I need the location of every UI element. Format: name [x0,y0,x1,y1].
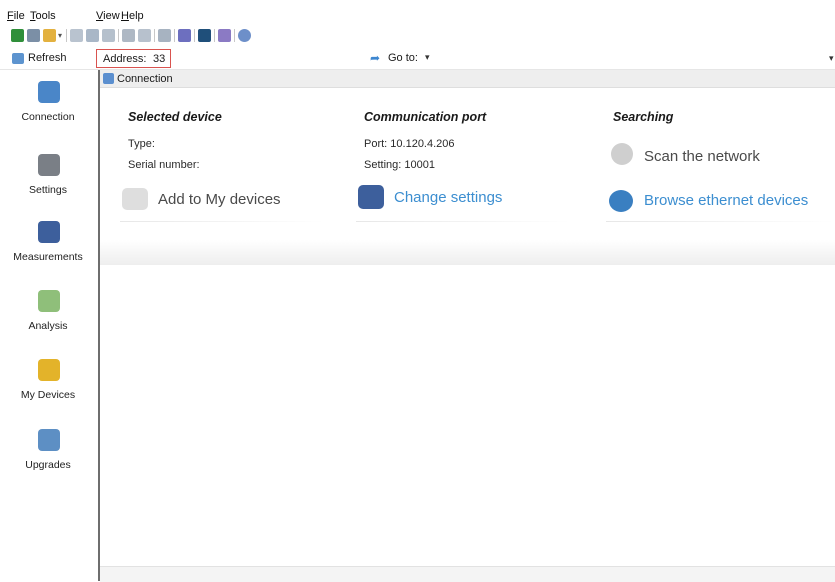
my-devices-star-icon [38,359,60,381]
change-settings-cable-icon [358,185,384,209]
export-icon[interactable] [102,29,115,42]
toolbar-separator [214,29,215,42]
change-settings-link[interactable]: Change settings [394,189,502,206]
toolbar-separator [154,29,155,42]
magnifier-icon [611,143,633,165]
address-value: 33 [153,53,166,65]
address-field[interactable]: Address: 33 [96,49,171,68]
toolbar-separator [174,29,175,42]
save-icon[interactable] [86,29,99,42]
toolbar-separator [118,29,119,42]
section-divider [356,221,571,222]
sidebar: Connection Settings Measurements Analysi… [0,70,100,581]
refresh-button[interactable]: Refresh [10,50,80,67]
goto-dropdown-icon: ▾ [425,52,430,62]
serial-number-label: Serial number: [128,159,200,171]
section-divider [606,221,835,222]
sidebar-item-upgrades[interactable]: Upgrades [0,429,96,489]
sidebar-item-settings[interactable]: Settings [0,154,96,214]
upgrade-disc-icon [38,429,60,451]
sidebar-item-analysis[interactable]: Analysis [0,290,96,350]
add-to-my-devices-icon [122,188,148,210]
ethernet-globe-icon [609,190,633,212]
toolbar-overflow-icon[interactable]: ▾ [829,53,834,64]
goto-button[interactable]: ➦ Go to: ▾ [370,50,450,67]
panel-band [100,240,835,265]
selected-device-title: Selected device [128,110,222,124]
status-bar [100,566,835,582]
sidebar-item-my-devices[interactable]: My Devices [0,359,96,419]
computer-icon [38,81,60,103]
sidebar-item-measurements[interactable]: Measurements [0,221,96,281]
probe-icon[interactable] [178,29,191,42]
setting-text: Setting: 10001 [364,159,435,171]
scan-network-button[interactable]: Scan the network [644,148,760,165]
book-icon[interactable] [158,29,171,42]
menu-view[interactable]: View [96,10,120,22]
gauge-icon [38,221,60,243]
cable-icon[interactable] [218,29,231,42]
print-icon[interactable] [27,29,40,42]
menu-bar: File Tools View Help [0,0,835,26]
add-to-my-devices-button[interactable]: Add to My devices [158,191,281,208]
toolbar-separator [234,29,235,42]
toolbar-separator [194,29,195,42]
searching-title: Searching [613,110,674,124]
chart-analysis-icon [38,290,60,312]
connection-header: Connection [100,70,835,88]
port-text: Port: 10.120.4.206 [364,138,455,150]
menu-help[interactable]: Help [121,10,144,22]
connection-header-icon [103,73,114,84]
monitor-icon[interactable] [198,29,211,42]
toolbar-separator [66,29,67,42]
settings-wrench-icon [38,154,60,176]
menu-tools[interactable]: Tools [30,10,56,22]
open-folder-icon[interactable] [43,29,56,42]
communication-port-title: Communication port [364,110,487,124]
browse-ethernet-devices-link[interactable]: Browse ethernet devices [644,192,808,209]
menu-file[interactable]: File [7,10,25,22]
sidebar-item-connection[interactable]: Connection [0,81,96,141]
report-icon[interactable] [138,29,151,42]
copy-icon[interactable] [70,29,83,42]
globe-icon[interactable] [238,29,251,42]
new-device-icon[interactable] [11,29,24,42]
goto-arrow-icon: ➦ [370,51,381,65]
refresh-icon [12,53,24,64]
section-divider [120,221,325,222]
print-preview-icon[interactable] [122,29,135,42]
type-label: Type: [128,138,155,150]
dropdown-arrow-icon[interactable]: ▾ [58,31,62,40]
